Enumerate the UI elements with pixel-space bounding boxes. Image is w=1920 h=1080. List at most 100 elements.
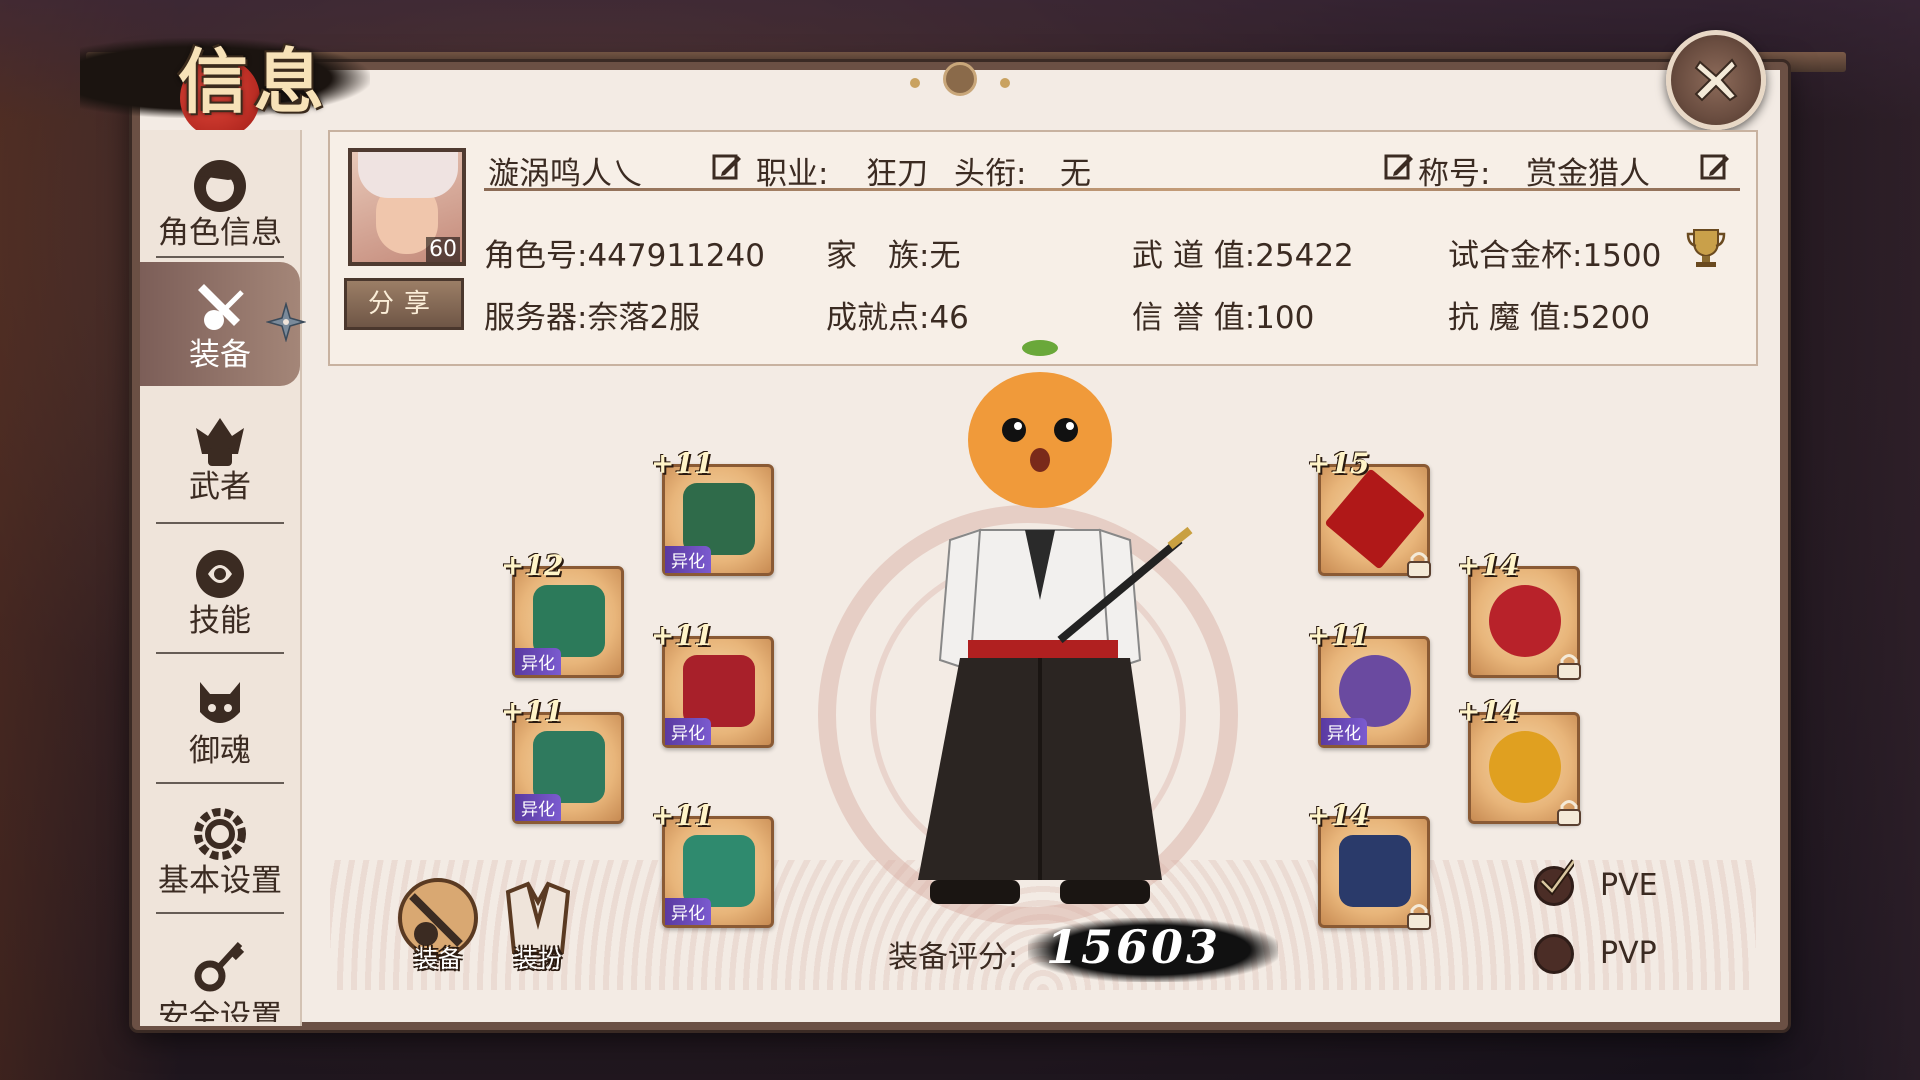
enhance-level: +14 [1457,695,1520,728]
decor-dot [1000,78,1010,88]
job-label: 职业: [756,156,829,192]
enhance-level: +11 [651,799,714,832]
family: 家 族:无 [826,238,961,274]
divider [156,782,284,784]
charm-icon [683,655,755,727]
job-value: 狂刀 [866,156,928,192]
equip-slot-helmet[interactable]: +11 异化 [651,447,774,576]
equipment-score-label: 装备评分: [888,940,1019,975]
boots-icon [683,835,755,907]
wudao-value: 武 道 值:25422 [1132,238,1354,274]
pvp-label: PVP [1600,936,1657,971]
sidebar-item-samurai[interactable]: 武者 [140,394,300,518]
sidebar-item-soul[interactable]: 御魂 [140,658,300,782]
equip-slot-pouch[interactable]: +14 [1307,799,1431,930]
equip-slot-armor[interactable]: +12 异化 [501,549,624,678]
pouch-icon [1339,835,1411,907]
sidebar-item-label: 武者 [189,469,251,505]
shuriken-icon [266,302,306,342]
dress-mode-label: 装扮 [514,945,562,973]
lock-icon [1557,800,1581,826]
edit-title-icon[interactable] [1384,152,1414,182]
divider [156,256,284,258]
mutation-tag: 异化 [665,898,711,925]
mutation-tag: 异化 [1321,718,1367,745]
armor-icon [533,585,605,657]
mutation-tag: 异化 [515,794,561,821]
lock-icon [1557,654,1581,680]
panel-knob [943,62,977,96]
golden-mask-icon [1489,731,1561,803]
trophy-icon [1686,229,1726,267]
dress-mode-button[interactable]: 装扮 [488,872,588,973]
sidebar-item-basic-settings[interactable]: 基本设置 [140,788,300,912]
cup-value: 试合金杯:1500 [1448,238,1662,274]
title-value: 赏金猎人 [1526,156,1650,192]
enhance-level: +12 [501,549,564,582]
rank-label: 头衔: [954,156,1027,192]
sidebar-item-skill[interactable]: 技能 [140,528,300,652]
equip-mode-label: 装备 [414,945,462,973]
enhance-level: +15 [1307,447,1370,480]
pvp-radio[interactable] [1534,934,1574,974]
equip-slot-charm[interactable]: +11 异化 [651,619,774,748]
close-icon [1694,58,1738,102]
sidebar-item-label: 技能 [189,603,251,639]
prayer-beads-icon [1339,655,1411,727]
key-icon [194,941,245,992]
pve-label: PVE [1600,868,1658,903]
resist-value: 抗 魔 值:5200 [1448,300,1651,336]
level-badge: 60 [426,237,460,262]
helmet-icon [683,483,755,555]
equip-mode-button[interactable]: 装备 [388,872,488,973]
avatar[interactable]: 60 [348,148,466,266]
divider [156,652,284,654]
divider [156,912,284,914]
enhance-level: +11 [651,447,714,480]
equip-slot-beads[interactable]: +11 异化 [1307,619,1430,748]
enhance-level: +14 [1457,549,1520,582]
greaves-icon [533,731,605,803]
sidebar-item-character-info[interactable]: 角色信息 [140,140,300,264]
enhance-level: +11 [501,695,564,728]
mutation-tag: 异化 [665,718,711,745]
sidebar-item-label: 安全设置 [158,999,282,1022]
enhance-level: +14 [1307,799,1370,832]
sidebar-item-label: 御魂 [189,733,251,769]
reputation-value: 信 誉 值:100 [1132,300,1315,336]
lock-icon [1407,904,1431,930]
share-button[interactable]: 分享 [344,278,464,330]
enhance-level: +11 [651,619,714,652]
equip-slot-weapon[interactable]: +15 [1307,447,1431,578]
role-id: 角色号:447911240 [484,238,765,274]
equip-slot-mask[interactable]: +14 [1457,549,1581,680]
edit-icon[interactable] [1700,152,1730,182]
decor-dot [910,78,920,88]
rank-value: 无 [1060,156,1091,192]
equip-slot-greaves[interactable]: +11 异化 [501,695,624,824]
sidebar-item-security-settings[interactable]: 安全设置 [140,918,300,1022]
title-label: 称号: [1418,156,1491,192]
checkmark-icon [1539,859,1574,896]
sidebar-item-label: 角色信息 [158,215,282,251]
mutation-tag: 异化 [665,546,711,573]
window-title: 信息 [178,40,330,123]
pve-radio[interactable] [1534,859,1574,906]
equipment-score-value: 15603 [1046,920,1222,974]
lock-icon [1407,552,1431,578]
oni-mask-icon [1489,585,1561,657]
close-button[interactable] [1666,30,1766,130]
achievement-points: 成就点:46 [826,300,969,336]
player-name: 漩涡鸣人乀 [488,156,643,192]
sidebar-item-label: 基本设置 [158,863,282,899]
avatar-hair [358,152,458,198]
edit-name-icon[interactable] [712,152,742,182]
name-underline [484,188,1740,191]
sidebar: 角色信息 装备 武者 技能 御魂 基本设置 安全设置 [140,130,302,1026]
divider [156,522,284,524]
enhance-level: +11 [1307,619,1370,652]
mutation-tag: 异化 [515,648,561,675]
equip-slot-mask-gold[interactable]: +14 [1457,695,1581,826]
character-model[interactable] [900,340,1200,930]
equip-slot-boots[interactable]: +11 异化 [651,799,774,928]
